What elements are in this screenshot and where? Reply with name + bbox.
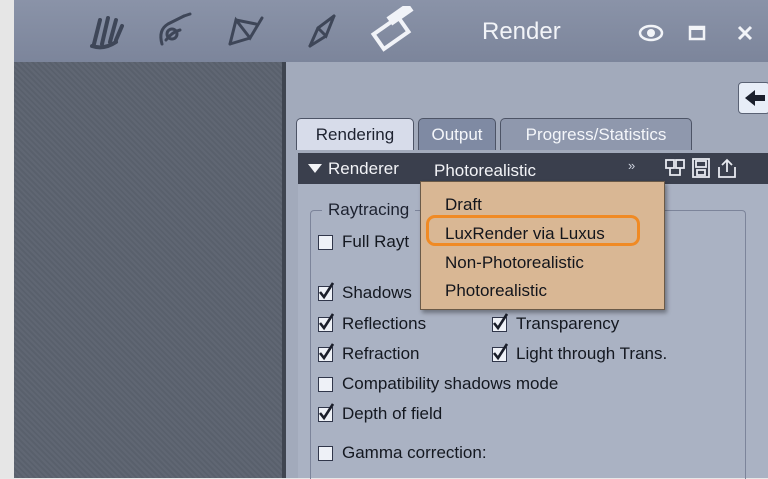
shadows-checkbox[interactable]: Shadows bbox=[318, 281, 412, 303]
checkmark-icon bbox=[492, 312, 508, 332]
tab-progress-statistics[interactable]: Progress/Statistics bbox=[500, 118, 692, 150]
refraction-label: Refraction bbox=[342, 344, 420, 363]
presets-icon[interactable] bbox=[664, 157, 686, 179]
dock-arrow-button[interactable] bbox=[738, 82, 768, 114]
depth-of-field-checkbox[interactable]: Depth of field bbox=[318, 402, 443, 424]
title-bar: Render bbox=[14, 0, 768, 62]
arrow-left-icon bbox=[745, 90, 765, 106]
menu-item-photorealistic[interactable]: Photorealistic bbox=[445, 281, 547, 301]
export-icon[interactable] bbox=[716, 157, 738, 179]
render-clapper-icon[interactable] bbox=[370, 2, 416, 52]
checkbox-unchecked-icon bbox=[318, 445, 333, 461]
menu-item-non-photorealistic[interactable]: Non-Photorealistic bbox=[445, 253, 584, 273]
full-raytrace-checkbox[interactable]: Full Rayt bbox=[318, 232, 409, 252]
eye-icon[interactable] bbox=[638, 22, 664, 44]
renderer-select[interactable]: Photorealistic bbox=[434, 161, 536, 181]
depth-of-field-label: Depth of field bbox=[342, 404, 443, 423]
save-icon[interactable] bbox=[690, 157, 712, 179]
highlight-outline bbox=[426, 215, 640, 246]
window-title: Render bbox=[482, 18, 561, 45]
collapse-triangle-icon[interactable] bbox=[308, 164, 322, 174]
refraction-checkbox[interactable]: Refraction bbox=[318, 342, 420, 364]
checkmark-icon bbox=[318, 342, 334, 362]
checkmark-icon bbox=[318, 402, 334, 422]
close-icon[interactable] bbox=[734, 22, 756, 44]
compatibility-shadows-checkbox[interactable]: Compatibility shadows mode bbox=[318, 374, 558, 394]
renderer-label: Renderer bbox=[328, 159, 399, 178]
renderer-row: Renderer Photorealistic » bbox=[298, 153, 768, 184]
reflections-checkbox[interactable]: Reflections bbox=[318, 312, 427, 334]
checkbox-unchecked-icon bbox=[318, 234, 333, 250]
gamma-correction-label: Gamma correction: bbox=[342, 443, 487, 462]
transparency-checkbox[interactable]: Transparency bbox=[492, 312, 620, 334]
maximize-icon[interactable] bbox=[686, 22, 708, 44]
checkbox-unchecked-icon bbox=[318, 376, 333, 392]
tab-rendering[interactable]: Rendering bbox=[296, 118, 414, 150]
light-through-trans-label: Light through Trans. bbox=[516, 344, 668, 363]
compatibility-shadows-label: Compatibility shadows mode bbox=[342, 374, 559, 393]
full-raytrace-label: Full Rayt bbox=[342, 232, 410, 251]
transparency-label: Transparency bbox=[516, 314, 620, 333]
shadows-label: Shadows bbox=[342, 283, 412, 302]
menu-item-draft[interactable]: Draft bbox=[445, 195, 482, 215]
checkmark-icon bbox=[492, 342, 508, 362]
mesh-pen-icon[interactable] bbox=[226, 10, 266, 50]
checkmark-icon bbox=[318, 312, 334, 332]
brush-face-icon[interactable] bbox=[154, 10, 194, 50]
left-panel bbox=[14, 62, 282, 478]
gamma-correction-checkbox[interactable]: Gamma correction: bbox=[318, 443, 487, 463]
hand-pose-icon[interactable] bbox=[86, 10, 126, 50]
tab-output[interactable]: Output bbox=[418, 118, 496, 150]
checkmark-icon bbox=[318, 281, 334, 301]
light-through-trans-checkbox[interactable]: Light through Trans. bbox=[492, 342, 668, 364]
reflections-label: Reflections bbox=[342, 314, 427, 333]
pen-tip-icon[interactable] bbox=[304, 10, 344, 50]
chevron-down-icon[interactable]: » bbox=[628, 158, 635, 173]
raytracing-group-label: Raytracing bbox=[322, 200, 416, 220]
